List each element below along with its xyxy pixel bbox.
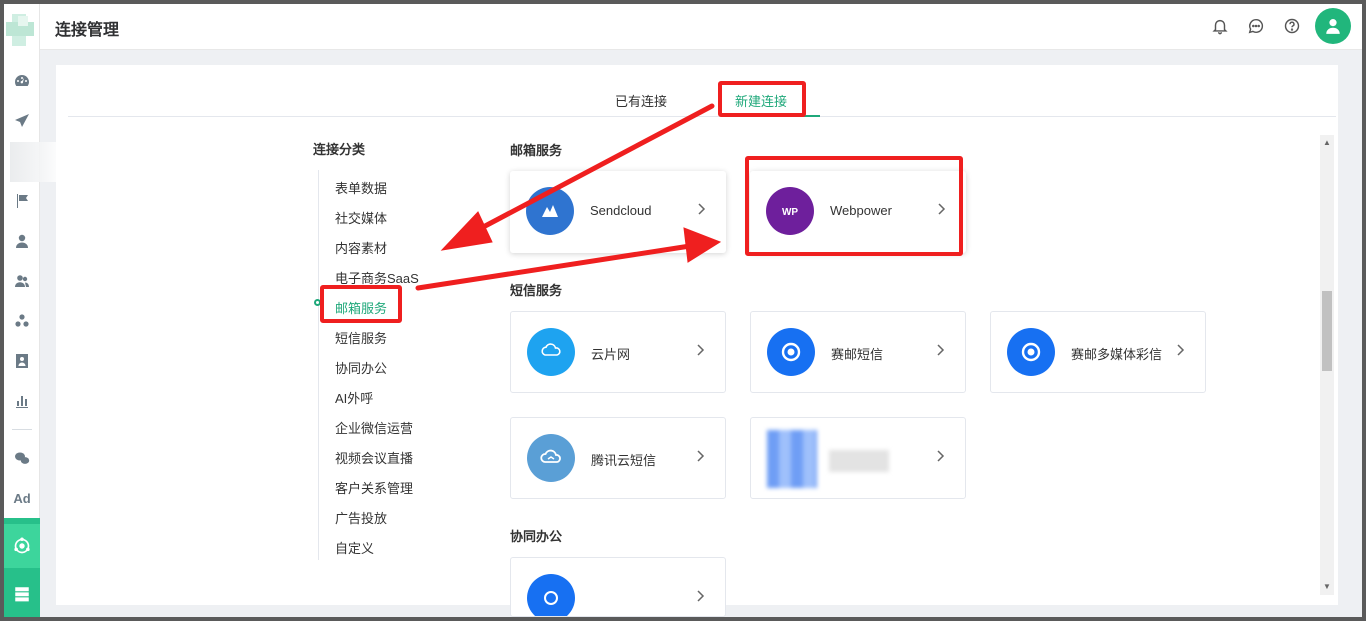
scroll-down-icon[interactable]: ▼ xyxy=(1322,582,1332,592)
top-header: 连接管理 xyxy=(40,4,1362,50)
chevron-right-icon xyxy=(935,342,947,358)
category-form-data[interactable]: 表单数据 xyxy=(335,178,387,197)
scroll-thumb[interactable] xyxy=(1322,291,1332,371)
cluster-icon[interactable] xyxy=(4,307,40,335)
category-sms-service[interactable]: 短信服务 xyxy=(335,328,387,347)
category-ads[interactable]: 广告投放 xyxy=(335,508,387,527)
blurred-service-name xyxy=(829,450,889,472)
scrollbar[interactable]: ▲ ▼ xyxy=(1320,135,1334,595)
tab-bar: 已有连接 新建连接 xyxy=(68,79,1336,117)
tab-existing-connections[interactable]: 已有连接 xyxy=(615,91,667,110)
blurred-sidebar-item[interactable] xyxy=(10,142,60,182)
sidebar-divider xyxy=(12,429,32,430)
sendcloud-icon xyxy=(526,187,574,235)
category-timeline xyxy=(318,170,319,560)
help-icon[interactable] xyxy=(1282,16,1302,36)
tencent-cloud-icon xyxy=(527,434,575,482)
section-title-sms: 短信服务 xyxy=(510,283,563,298)
service-card-submail-mms[interactable]: 赛邮多媒体彩信 xyxy=(990,311,1206,393)
service-card-tencent-sms[interactable]: 腾讯云短信 xyxy=(510,417,726,499)
chevron-right-icon xyxy=(696,201,708,217)
section-title-email: 邮箱服务 xyxy=(510,143,563,158)
wecom-icon xyxy=(527,574,575,616)
category-custom[interactable]: 自定义 xyxy=(335,538,374,557)
yunpian-icon xyxy=(527,328,575,376)
annotation-box-email-category xyxy=(320,285,402,323)
chevron-right-icon xyxy=(695,448,707,464)
ad-icon[interactable]: Ad xyxy=(4,484,40,512)
app-logo[interactable] xyxy=(4,8,40,48)
chevron-right-icon xyxy=(935,448,947,464)
connection-icon[interactable] xyxy=(4,524,40,568)
category-ai-call[interactable]: AI外呼 xyxy=(335,388,373,407)
sidebar: Ad xyxy=(4,4,60,617)
service-card-submail-sms[interactable]: 赛邮短信 xyxy=(750,311,966,393)
service-name: 赛邮多媒体彩信 xyxy=(1071,347,1163,362)
chevron-right-icon xyxy=(1175,342,1187,358)
submail-icon xyxy=(1007,328,1055,376)
users-icon[interactable] xyxy=(4,267,40,295)
chevron-right-icon xyxy=(695,342,707,358)
category-office[interactable]: 协同办公 xyxy=(335,358,387,377)
service-name: Sendcloud xyxy=(590,203,652,218)
server-icon[interactable] xyxy=(4,576,40,612)
category-title: 连接分类 xyxy=(313,142,366,157)
flag-icon[interactable] xyxy=(4,187,40,215)
category-video-live[interactable]: 视频会议直播 xyxy=(335,448,413,467)
page-title: 连接管理 xyxy=(55,22,120,39)
avatar[interactable] xyxy=(1315,8,1351,44)
dashboard-icon[interactable] xyxy=(4,67,40,95)
wechat-icon[interactable] xyxy=(4,444,40,472)
category-content[interactable]: 内容素材 xyxy=(335,238,387,257)
category-crm[interactable]: 客户关系管理 xyxy=(335,478,413,497)
main-panel: 已有连接 新建连接 连接分类 表单数据 社交媒体 内容素材 电子商务SaaS 邮… xyxy=(56,65,1338,617)
service-card-blurred[interactable] xyxy=(750,417,966,499)
sidebar-active-group xyxy=(4,518,40,617)
category-wecom-ops[interactable]: 企业微信运营 xyxy=(335,418,413,437)
ad-label: Ad xyxy=(13,490,31,506)
service-name: 云片网 xyxy=(591,347,631,362)
bell-icon[interactable] xyxy=(1210,16,1230,36)
annotation-box-new-connection xyxy=(718,81,806,117)
app-window: Ad 连接管理 已有连接 新建连接 连接分类 表单数据 社交媒体 内容素材 电子… xyxy=(4,4,1362,617)
user-icon[interactable] xyxy=(4,227,40,255)
category-social-media[interactable]: 社交媒体 xyxy=(335,208,387,227)
chevron-right-icon xyxy=(695,588,707,604)
message-icon[interactable] xyxy=(1246,16,1266,36)
section-title-office: 协同办公 xyxy=(510,529,563,544)
send-icon[interactable] xyxy=(4,107,40,135)
bar-chart-icon[interactable] xyxy=(4,387,40,415)
submail-icon xyxy=(767,328,815,376)
service-name: 赛邮短信 xyxy=(831,347,884,362)
service-card-yunpian[interactable]: 云片网 xyxy=(510,311,726,393)
blurred-logo-icon xyxy=(767,430,817,488)
scroll-up-icon[interactable]: ▲ xyxy=(1322,138,1332,148)
service-name: 腾讯云短信 xyxy=(591,453,657,468)
service-card-sendcloud[interactable]: Sendcloud xyxy=(510,171,726,253)
service-card-wecom[interactable] xyxy=(510,557,726,617)
annotation-box-webpower xyxy=(745,156,963,256)
contact-card-icon[interactable] xyxy=(4,347,40,375)
